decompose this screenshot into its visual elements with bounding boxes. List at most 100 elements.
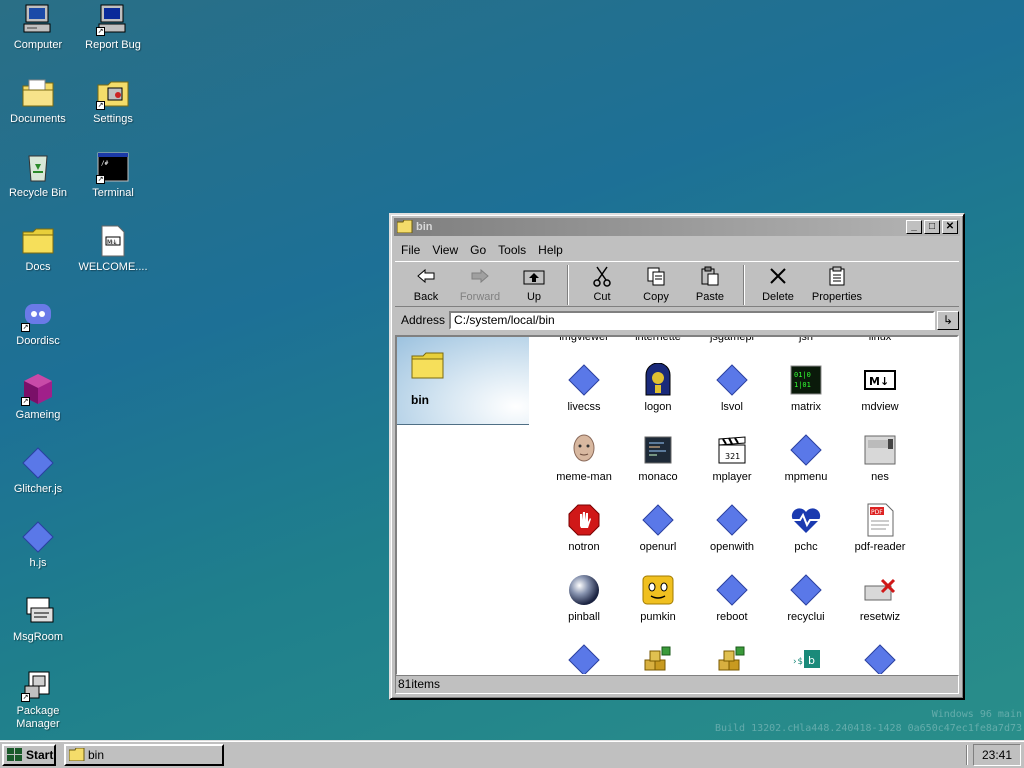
address-input[interactable]: C:/system/local/bin: [449, 310, 935, 330]
folder-info-pane: bin: [397, 337, 529, 425]
file-name: pinball: [568, 611, 600, 623]
properties-button[interactable]: Properties: [805, 262, 869, 306]
paste-button[interactable]: Paste: [683, 262, 737, 306]
file-item[interactable]: recyclui: [769, 573, 843, 623]
file-item[interactable]: [547, 643, 621, 674]
file-item[interactable]: 01|0 1|01 matrix: [769, 363, 843, 413]
diamond-icon: [789, 573, 823, 607]
back-button[interactable]: Back: [399, 262, 453, 306]
list-item[interactable]: jsgamepl: [695, 337, 769, 343]
go-arrow-icon[interactable]: ↳: [937, 310, 959, 330]
file-item[interactable]: monaco: [621, 433, 695, 483]
desktop-icon-label: Docs: [25, 261, 51, 273]
diamond-icon: [567, 363, 601, 397]
file-item[interactable]: reboot: [695, 573, 769, 623]
svg-text:›$: ›$: [792, 657, 803, 667]
file-item[interactable]: logon: [621, 363, 695, 413]
desktop-icon-msgroom[interactable]: MsgRoom: [0, 594, 76, 644]
arrow-right-icon: [468, 265, 492, 287]
file-item[interactable]: openurl: [621, 503, 695, 553]
desktop-icon-terminal[interactable]: /# ↗ Terminal: [75, 150, 151, 200]
file-item[interactable]: lsvol: [695, 363, 769, 413]
file-item[interactable]: 321 mplayer: [695, 433, 769, 483]
forward-button[interactable]: Forward: [453, 262, 507, 306]
file-item[interactable]: PDF pdf-reader: [843, 503, 917, 553]
copy-button[interactable]: Copy: [629, 262, 683, 306]
desktop-icon-glitcher[interactable]: Glitcher.js: [0, 446, 76, 496]
clock[interactable]: 23:41: [973, 744, 1021, 766]
desktop-icon-docs[interactable]: Docs: [0, 224, 76, 274]
file-item[interactable]: M↓ mdview: [843, 363, 917, 413]
desktop-icon-package-manager[interactable]: ↗ Package Manager: [0, 668, 76, 731]
file-name: matrix: [791, 401, 821, 413]
window-titlebar[interactable]: bin _ □ ✕: [394, 218, 960, 236]
windows-logo-icon: [7, 748, 23, 767]
desktop-icon-label: Glitcher.js: [13, 483, 63, 495]
desktop-icon-label: Doordisc: [16, 335, 60, 347]
desktop-icon-settings[interactable]: ↗ Settings: [75, 76, 151, 126]
file-item[interactable]: [695, 643, 769, 674]
menu-bar: File View Go Tools Help: [395, 240, 959, 260]
taskbar-item-bin[interactable]: bin: [64, 744, 224, 766]
paste-label: Paste: [695, 291, 725, 303]
diamond-icon: [715, 363, 749, 397]
file-item[interactable]: b ›$: [769, 643, 843, 674]
menu-view[interactable]: View: [426, 243, 464, 257]
diamond-icon: [789, 433, 823, 467]
cut-button[interactable]: Cut: [575, 262, 629, 306]
desktop-icon-computer[interactable]: Computer: [0, 2, 76, 52]
file-item[interactable]: pchc: [769, 503, 843, 553]
explorer-window[interactable]: bin _ □ ✕ File View Go Tools Help Back F…: [389, 213, 965, 700]
list-item[interactable]: linux: [843, 337, 917, 343]
desktop-icon-gameing[interactable]: ↗ Gameing: [0, 372, 76, 422]
file-item[interactable]: [843, 643, 917, 674]
arrow-left-icon: [414, 265, 438, 287]
desktop-icon-label: MsgRoom: [12, 631, 64, 643]
file-name: mpmenu: [784, 471, 828, 483]
folder-icon: [68, 747, 85, 766]
up-label: Up: [526, 291, 542, 303]
desktop-icon-label: Gameing: [15, 409, 61, 421]
file-item[interactable]: notron: [547, 503, 621, 553]
start-label: Start: [26, 748, 54, 762]
logon-icon: [641, 363, 675, 397]
desktop-icon-welcome[interactable]: M↓ WELCOME....: [75, 224, 151, 274]
file-item[interactable]: openwith: [695, 503, 769, 553]
file-item[interactable]: pumkin: [621, 573, 695, 623]
maximize-button[interactable]: □: [924, 220, 940, 234]
desktop-icon-report-bug[interactable]: ↗ Report Bug: [75, 2, 151, 52]
file-item[interactable]: mpmenu: [769, 433, 843, 483]
folder-up-icon: [522, 265, 546, 287]
desktop-icon-label: Recycle Bin: [8, 187, 68, 199]
desktop-icon-hjs[interactable]: h.js: [0, 520, 76, 570]
pdf-icon: PDF: [863, 503, 897, 537]
menu-go[interactable]: Go: [464, 243, 492, 257]
start-button[interactable]: Start: [2, 744, 56, 766]
file-item[interactable]: livecss: [547, 363, 621, 413]
toolbar-separator: [567, 265, 569, 305]
menu-tools[interactable]: Tools: [492, 243, 532, 257]
file-item[interactable]: [621, 643, 695, 674]
desktop-icon-documents[interactable]: Documents: [0, 76, 76, 126]
file-view[interactable]: bin imgviewer internette jsgamepl jsh li…: [395, 335, 959, 676]
tray-separator: [966, 745, 968, 765]
file-item[interactable]: pinball: [547, 573, 621, 623]
list-item[interactable]: imgviewer: [547, 337, 621, 343]
file-item[interactable]: meme-man: [547, 433, 621, 483]
minimize-button[interactable]: _: [906, 220, 922, 234]
desktop-icon-recycle-bin[interactable]: Recycle Bin: [0, 150, 76, 200]
list-item[interactable]: internette: [621, 337, 695, 343]
desktop-icon-doordisc[interactable]: ↗ Doordisc: [0, 298, 76, 348]
status-bar: 81items: [395, 675, 959, 694]
up-button[interactable]: Up: [507, 262, 561, 306]
settings-icon: ↗: [96, 76, 130, 110]
file-item[interactable]: resetwiz: [843, 573, 917, 623]
msgroom-icon: [21, 594, 55, 628]
menu-file[interactable]: File: [395, 243, 426, 257]
menu-help[interactable]: Help: [532, 243, 569, 257]
file-name: openurl: [639, 541, 677, 553]
file-item[interactable]: nes: [843, 433, 917, 483]
list-item[interactable]: jsh: [769, 337, 843, 343]
delete-button[interactable]: Delete: [751, 262, 805, 306]
close-button[interactable]: ✕: [942, 220, 958, 234]
